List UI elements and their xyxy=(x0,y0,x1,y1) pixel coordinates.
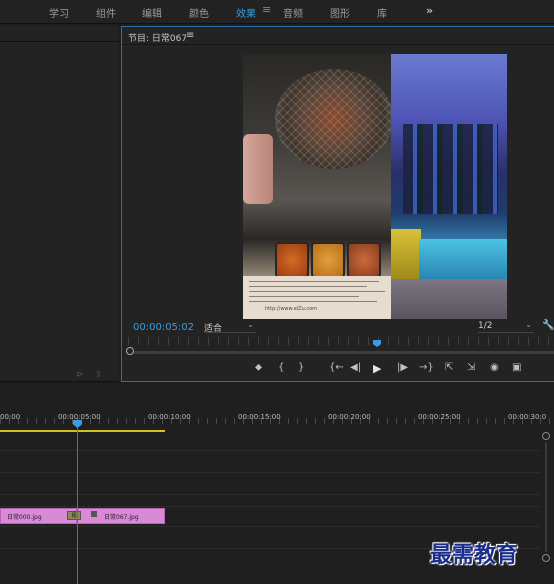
timeline-vertical-scrollbar[interactable] xyxy=(540,432,552,572)
sauce-dish xyxy=(275,242,309,278)
ruler-label: 00:00:20:00 xyxy=(328,413,371,421)
ruler-label: 00:00:10:00 xyxy=(148,413,191,421)
settings-wrench-icon[interactable]: 🔧 xyxy=(542,320,554,331)
workspace-tab-graphics[interactable]: 图形 xyxy=(330,5,350,20)
scrollbar-handle[interactable] xyxy=(126,347,134,355)
left-panel-header xyxy=(0,26,119,42)
aquarium-machine xyxy=(419,239,507,279)
scrollbar-handle[interactable] xyxy=(542,554,550,562)
meat-plate xyxy=(243,134,273,204)
go-to-in-button[interactable]: {← xyxy=(329,362,344,373)
program-video-frame: http://www.eiZu.com xyxy=(243,54,507,319)
track-divider xyxy=(0,494,540,495)
menu-paper: http://www.eiZu.com xyxy=(243,276,391,319)
workspace-tab-learn[interactable]: 学习 xyxy=(49,5,69,20)
ruler-label: 00:00:05:00 xyxy=(58,413,101,421)
track-divider xyxy=(0,506,540,507)
monitor-playhead[interactable] xyxy=(373,340,381,347)
work-area-bar[interactable] xyxy=(0,430,165,432)
track-divider xyxy=(0,450,540,451)
add-marker-button[interactable]: ⬥ xyxy=(255,362,262,373)
play-button[interactable]: ▶ xyxy=(373,362,381,375)
paper-url: http://www.eiZu.com xyxy=(265,306,318,312)
chevron-down-icon: ⌄ xyxy=(525,320,532,329)
playhead-timecode[interactable]: 00:00:05:02 xyxy=(133,322,194,333)
grill-net xyxy=(275,69,393,169)
track-divider xyxy=(0,526,540,527)
workspace-tab-assembly[interactable]: 组件 xyxy=(96,5,116,20)
workspace-menu-icon[interactable]: ≡ xyxy=(262,3,271,16)
workspace-tab-color[interactable]: 颜色 xyxy=(189,5,209,20)
left-panel: ⊳ ⇪ xyxy=(0,26,119,382)
yellow-machine xyxy=(391,229,421,279)
compare-view-button[interactable]: ▣ xyxy=(512,362,521,373)
workspace-tab-libraries[interactable]: 库 xyxy=(377,5,387,20)
playback-resolution-value: 1/2 xyxy=(478,321,493,331)
timeline-clip[interactable]: 日常000.jpg xyxy=(0,508,77,524)
program-monitor: 节目: 日常067 ≡ http://www.eiZu.com 00:00:05… xyxy=(121,26,554,382)
sauce-dish xyxy=(311,242,345,278)
go-to-out-button[interactable]: →} xyxy=(419,362,434,373)
ruler-label: 00:00 xyxy=(0,413,21,421)
ruler-label: 00:00:15:00 xyxy=(238,413,281,421)
timeline-playhead-line xyxy=(77,416,78,584)
workspace-bar: 学习 组件 编辑 颜色 效果 ≡ 音频 图形 库 » xyxy=(0,0,554,24)
step-forward-button[interactable]: |▶ xyxy=(397,362,408,373)
workspace-tab-effects[interactable]: 效果 xyxy=(236,5,256,20)
ruler-label: 00:00:25:00 xyxy=(418,413,461,421)
monitor-time-ruler[interactable] xyxy=(128,337,554,351)
step-back-button[interactable]: ◀| xyxy=(350,362,361,373)
workspace-tab-audio[interactable]: 音频 xyxy=(283,5,303,20)
extract-button[interactable]: ⇲ xyxy=(467,362,475,373)
zoom-fit-select[interactable]: 适合 ⌄ xyxy=(204,320,256,334)
monitor-zoom-scrollbar[interactable] xyxy=(128,351,554,354)
arcade-floor xyxy=(391,279,507,319)
mark-in-button[interactable]: { xyxy=(278,362,284,373)
chevron-down-icon: ⌄ xyxy=(247,320,254,329)
playback-resolution-select[interactable]: 1/2 ⌄ xyxy=(478,320,534,333)
sauce-dish xyxy=(347,242,381,278)
watermark-logo: 最需教育 xyxy=(430,542,519,568)
arcade-machines xyxy=(403,124,498,214)
zoom-fit-value: 适合 xyxy=(204,324,223,334)
track-divider xyxy=(0,472,540,473)
transition-marker[interactable]: 视 xyxy=(67,511,81,520)
more-workspaces-icon[interactable]: » xyxy=(426,4,433,17)
lift-button[interactable]: ⇱ xyxy=(445,362,453,373)
ruler-label: 00:00:30:0 xyxy=(508,413,547,421)
scrollbar-handle[interactable] xyxy=(542,432,550,440)
export-frame-button[interactable]: ◉ xyxy=(490,362,499,373)
monitor-title[interactable]: 节目: 日常067 xyxy=(128,31,187,44)
clip-fx-icon xyxy=(91,511,97,517)
mark-out-button[interactable]: } xyxy=(298,362,304,373)
monitor-menu-icon[interactable]: ≡ xyxy=(186,30,194,41)
export-icon[interactable]: ⇪ xyxy=(95,370,103,380)
filter-icon[interactable]: ⊳ xyxy=(76,370,84,380)
monitor-divider xyxy=(122,44,554,45)
workspace-tab-editing[interactable]: 编辑 xyxy=(142,5,162,20)
